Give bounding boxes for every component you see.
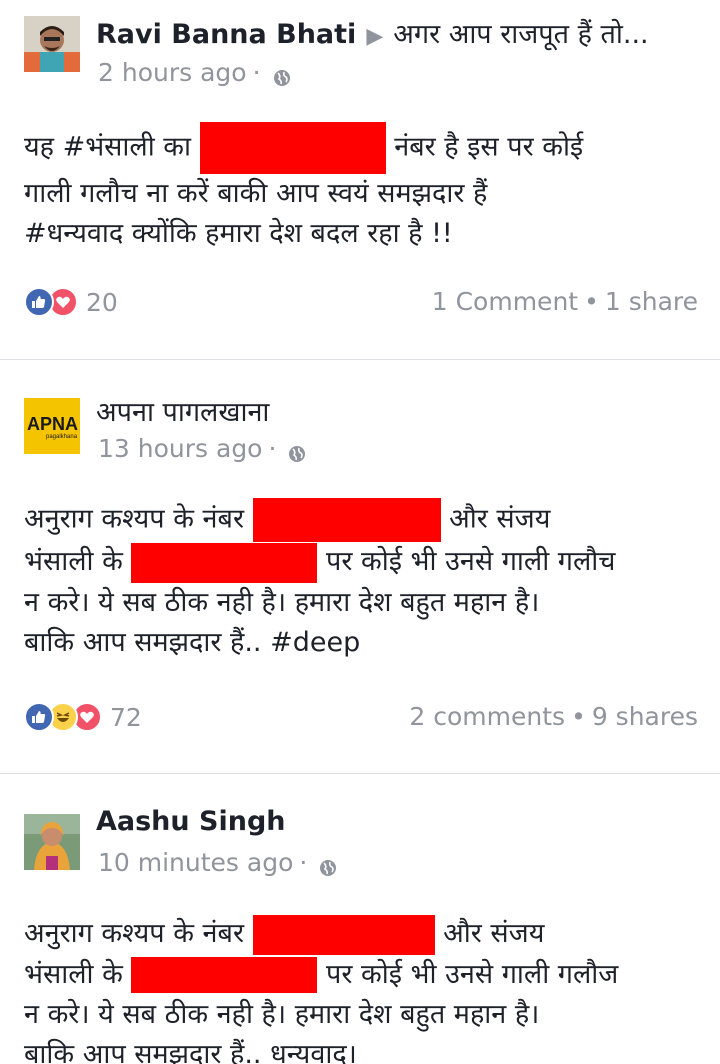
- shares-link[interactable]: 9 shares: [592, 702, 698, 731]
- text-line: न करे। ये सब ठीक नही है। हमारा देश बहुत …: [24, 998, 540, 1030]
- reactions-summary[interactable]: 72: [24, 702, 142, 732]
- news-feed: Ravi Banna Bhati ▶ अगर आप राजपूत हैं तो...…: [0, 0, 720, 1064]
- post-text: अनुराग कश्यप के नंबर और संजय भंसाली के प…: [24, 498, 704, 663]
- text-line: अनुराग कश्यप के नंबर और संजय: [24, 498, 704, 542]
- post-meta: 13 hours ago ·: [98, 434, 306, 463]
- post-meta: 2 hours ago ·: [98, 58, 291, 87]
- text-segment: अनुराग कश्यप के नंबर: [24, 918, 253, 949]
- like-icon: [24, 287, 54, 317]
- engagement-stats: 2 comments • 9 shares: [409, 702, 698, 731]
- author-line: अपना पागलखाना: [96, 392, 269, 429]
- text-segment: नंबर है इस पर कोई: [385, 131, 584, 163]
- avatar[interactable]: [24, 16, 80, 72]
- author-line: Aashu Singh: [96, 806, 286, 837]
- timestamp[interactable]: 2 hours ago: [98, 58, 247, 87]
- comments-link[interactable]: 1 Comment: [432, 287, 578, 316]
- text-segment: और संजय: [434, 918, 545, 949]
- arrow-right-icon: ▶: [366, 24, 384, 49]
- text-segment: भंसाली के: [24, 958, 132, 990]
- redaction-box: [131, 957, 318, 993]
- redaction-box: [252, 498, 441, 542]
- text-segment: यह #भंसाली का: [24, 131, 200, 163]
- text-line: बाकि आप समझदार हैं.. #deep: [24, 626, 361, 658]
- like-icon: [24, 702, 54, 732]
- text-line: भंसाली के पर कोई भी उनसे गाली गलौच: [24, 542, 704, 583]
- text-line: #धन्यवाद क्योंकि हमारा देश बदल रहा है !!: [24, 218, 453, 249]
- text-line: गाली गलौच ना करें बाकी आप स्वयं समझदार ह…: [24, 178, 488, 209]
- target-group-name[interactable]: अगर आप राजपूत हैं तो...: [393, 19, 648, 50]
- avatar-logo-subtext: pagalkhana: [46, 434, 78, 440]
- author-name[interactable]: अपना पागलखाना: [96, 397, 269, 428]
- reaction-count[interactable]: 72: [110, 703, 142, 732]
- engagement-stats: 1 Comment • 1 share: [432, 287, 698, 316]
- separator-dot: •: [571, 702, 586, 731]
- text-segment: पर कोई भी उनसे गाली गलौज: [317, 958, 619, 990]
- redaction-box: [131, 542, 318, 583]
- separator-dot: •: [584, 287, 599, 316]
- timestamp[interactable]: 13 hours ago: [98, 434, 262, 463]
- avatar[interactable]: [24, 814, 80, 870]
- globe-icon: [273, 64, 291, 86]
- separator-dot: ·: [268, 434, 277, 463]
- reactions-summary[interactable]: 20: [24, 287, 118, 317]
- redaction-box: [199, 122, 386, 174]
- comments-link[interactable]: 2 comments: [409, 702, 565, 731]
- post-text: यह #भंसाली का नंबर है इस पर कोई गाली गलौ…: [24, 122, 704, 254]
- text-line: अनुराग कश्यप के नंबर और संजय: [24, 914, 704, 955]
- author-name[interactable]: Aashu Singh: [96, 806, 286, 837]
- text-line: यह #भंसाली का नंबर है इस पर कोई: [24, 122, 704, 174]
- text-line: भंसाली के पर कोई भी उनसे गाली गलौज: [24, 955, 704, 995]
- reaction-count[interactable]: 20: [86, 288, 118, 317]
- text-segment: अनुराग कश्यप के नंबर: [24, 503, 253, 535]
- text-segment: पर कोई भी उनसे गाली गलौच: [317, 546, 616, 577]
- separator-dot: ·: [252, 58, 261, 87]
- timestamp[interactable]: 10 minutes ago: [98, 848, 293, 877]
- post-card: Ravi Banna Bhati ▶ अगर आप राजपूत हैं तो...…: [0, 0, 720, 360]
- avatar[interactable]: APNA pagalkhana: [24, 398, 80, 454]
- avatar-logo-text: APNA: [27, 414, 78, 434]
- shares-link[interactable]: 1 share: [605, 287, 698, 316]
- globe-icon: [319, 854, 337, 876]
- post-meta: 10 minutes ago ·: [98, 848, 337, 877]
- text-line: बाकि आप समझदार हैं.. धन्यवाद।: [24, 1038, 357, 1064]
- author-line: Ravi Banna Bhati ▶ अगर आप राजपूत हैं तो...: [96, 14, 649, 51]
- post-card: Aashu Singh 10 minutes ago · अनुराग कश्यप…: [0, 774, 720, 1064]
- text-segment: भंसाली के: [24, 546, 132, 577]
- redaction-box: [252, 914, 435, 955]
- post-card: APNA pagalkhana अपना पागलखाना 13 hours a…: [0, 360, 720, 774]
- author-name[interactable]: Ravi Banna Bhati: [96, 19, 356, 50]
- separator-dot: ·: [299, 848, 308, 877]
- text-segment: और संजय: [440, 503, 551, 535]
- globe-icon: [288, 440, 306, 462]
- post-text: अनुराग कश्यप के नंबर और संजय भंसाली के प…: [24, 914, 704, 1064]
- text-line: न करे। ये सब ठीक नही है। हमारा देश बहुत …: [24, 586, 540, 618]
